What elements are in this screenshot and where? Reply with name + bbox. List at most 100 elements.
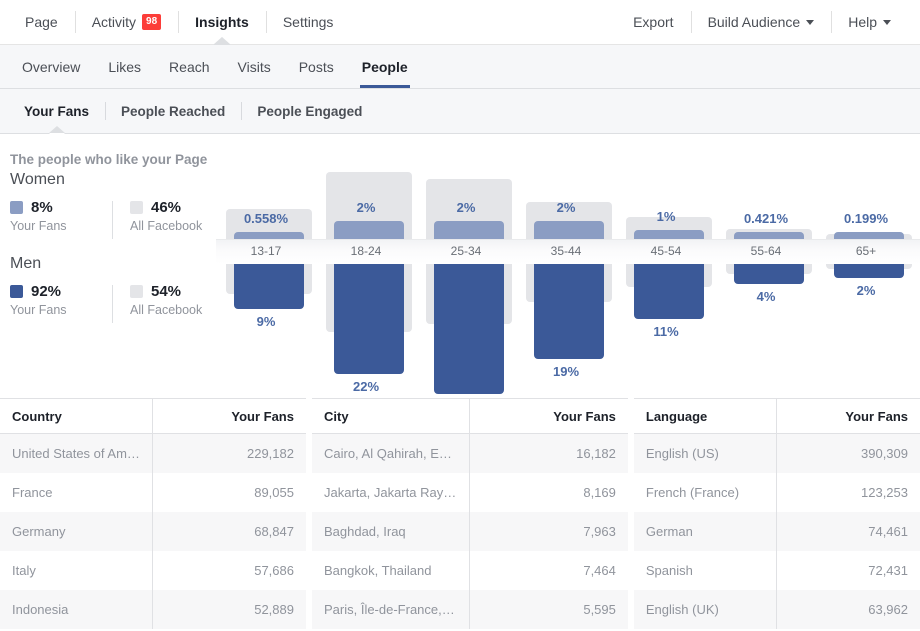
row-name-cell: English (UK) [633,590,778,629]
bar-group[interactable]: 2%26% [416,167,516,414]
legend-men-your-fans: 92% Your Fans [10,283,110,317]
row-value-cell: 52,889 [152,590,306,629]
women-value-label: 2% [556,200,576,215]
people-subtab-bar: Your Fans People Reached People Engaged [0,89,920,134]
column-header[interactable]: Your Fans [152,399,306,434]
demographics-tables: Country Your Fans United States of America… [0,398,920,631]
build-audience-menu[interactable]: Build Audience [690,0,832,44]
row-name-cell: Jakarta, Jakarta Raya, Ind... [311,473,471,512]
export-button-label: Export [633,14,674,30]
row-name-cell: United States of America [0,433,154,473]
table-row[interactable]: Paris, Île-de-France, France 5,595 [311,590,628,629]
bar-group[interactable]: 0.558% 9% [216,167,316,407]
subtab-your-fans[interactable]: Your Fans [8,89,105,134]
table-row[interactable]: German 74,461 [633,512,920,551]
top-nav-item-activity-label: Activity [91,14,137,30]
men-value-label: 9% [256,314,276,329]
men-fans-bar [534,264,604,359]
column-header[interactable]: Your Fans [469,399,628,434]
table-row[interactable]: Bangkok, Thailand 7,464 [311,551,628,590]
table-row[interactable]: French (France) 123,253 [633,473,920,512]
row-name-cell: Baghdad, Iraq [311,512,471,551]
table-header-row: Language Your Fans [633,399,920,434]
section-tab-visits[interactable]: Visits [224,45,285,88]
subtab-your-fans-label: Your Fans [24,103,90,119]
column-header[interactable]: Your Fans [776,399,920,434]
row-name-cell: French (France) [633,473,778,512]
section-tab-overview-label: Overview [22,58,81,75]
activity-count-badge: 98 [142,14,162,30]
table-row[interactable]: Baghdad, Iraq 7,963 [311,512,628,551]
legend-women-your-fans-label: Your Fans [10,219,67,233]
top-navigation-bar: Page Activity 98 Insights Settings Expor… [0,0,920,45]
table-row[interactable]: United States of America 229,182 [0,433,306,473]
legend-men-all-facebook-value: 54% [151,283,182,300]
table-row[interactable]: Spanish 72,431 [633,551,920,590]
men-value-label: 22% [352,379,380,394]
top-nav-item-activity[interactable]: Activity 98 [74,0,178,44]
section-tab-likes-label: Likes [108,58,142,75]
top-nav-item-insights[interactable]: Insights [178,0,266,45]
legend-women-your-fans-value: 8% [31,199,53,216]
table-row[interactable]: Italy 57,686 [0,551,306,590]
legend-men-your-fans-value: 92% [31,283,62,300]
legend-women-all-facebook: 46% All Facebook [110,199,210,239]
legend-women-title: Women [10,171,65,188]
chevron-down-icon [883,19,891,25]
top-nav-item-insights-label: Insights [195,14,249,30]
women-fans-bar [534,221,604,239]
table-row[interactable]: Cairo, Al Qahirah, Egypt 16,182 [311,433,628,473]
export-button[interactable]: Export [616,0,690,44]
age-range-axis-label: 35-44 [550,244,582,258]
bar-group[interactable]: 2% 22% [316,167,416,407]
row-value-cell: 7,464 [469,551,628,590]
section-tab-people-label: People [361,58,408,75]
gender-legend: Women 8% Your Fans 46% All Facebook Men [10,171,220,323]
table-row[interactable]: Jakarta, Jakarta Raya, Ind...8,169 [311,473,628,512]
table-row[interactable]: Indonesia 52,889 [0,590,306,629]
women-fans-bar [334,221,404,239]
women-value-label: 2% [456,200,476,215]
legend-women-all-facebook-value-row: 46% [130,199,210,216]
bar-group[interactable]: 0.421% 4% [716,167,816,407]
top-nav-item-settings[interactable]: Settings [265,0,351,44]
legend-men-all-facebook-label: All Facebook [130,303,203,317]
bar-group[interactable]: 0.199% 2% [816,167,916,407]
section-tab-people[interactable]: People [348,45,422,88]
section-tab-likes[interactable]: Likes [94,45,155,88]
age-range-axis-label: 45-54 [650,244,682,258]
subtab-people-reached[interactable]: People Reached [105,89,241,133]
table-city: City Your Fans Cairo, Al Qahirah, Egypt 16,… [311,398,628,631]
bar-group[interactable]: 2% 19% [516,167,616,407]
table-country: Country Your Fans United States of America… [0,398,306,631]
column-header[interactable]: Country [0,399,154,434]
table-row[interactable]: Germany 68,847 [0,512,306,551]
section-tab-overview[interactable]: Overview [8,45,94,88]
section-tab-reach[interactable]: Reach [155,45,223,88]
column-header[interactable]: Language [633,399,778,434]
table-row[interactable]: France 89,055 [0,473,306,512]
column-header[interactable]: City [311,399,471,434]
row-value-cell: 74,461 [776,512,920,551]
table-language: Language Your Fans English (US) 390,309 Fren… [633,398,920,631]
row-value-cell: 68,847 [152,512,306,551]
section-tab-posts[interactable]: Posts [285,45,348,88]
page-subtitle: The people who like your Page [10,152,208,167]
legend-men-all-facebook: 54% All Facebook [110,283,210,323]
help-menu[interactable]: Help [831,0,908,44]
women-fans-bar [734,232,804,239]
legend-women-row: 8% Your Fans 46% All Facebook [10,199,220,239]
row-name-cell: Germany [0,512,154,551]
bar-group[interactable]: 1% 11% [616,167,716,407]
row-value-cell: 8,169 [469,473,628,512]
row-name-cell: Paris, Île-de-France, France [311,590,471,629]
women-value-label: 0.421% [743,211,789,226]
women-value-label: 1% [656,209,676,224]
top-nav-item-page[interactable]: Page [8,0,75,44]
subtab-people-engaged[interactable]: People Engaged [241,89,378,133]
table-row[interactable]: English (UK) 63,962 [633,590,920,629]
row-name-cell: Italy [0,551,154,590]
table-row[interactable]: English (US) 390,309 [633,433,920,473]
row-name-cell: France [0,473,154,512]
row-value-cell: 229,182 [152,433,306,473]
